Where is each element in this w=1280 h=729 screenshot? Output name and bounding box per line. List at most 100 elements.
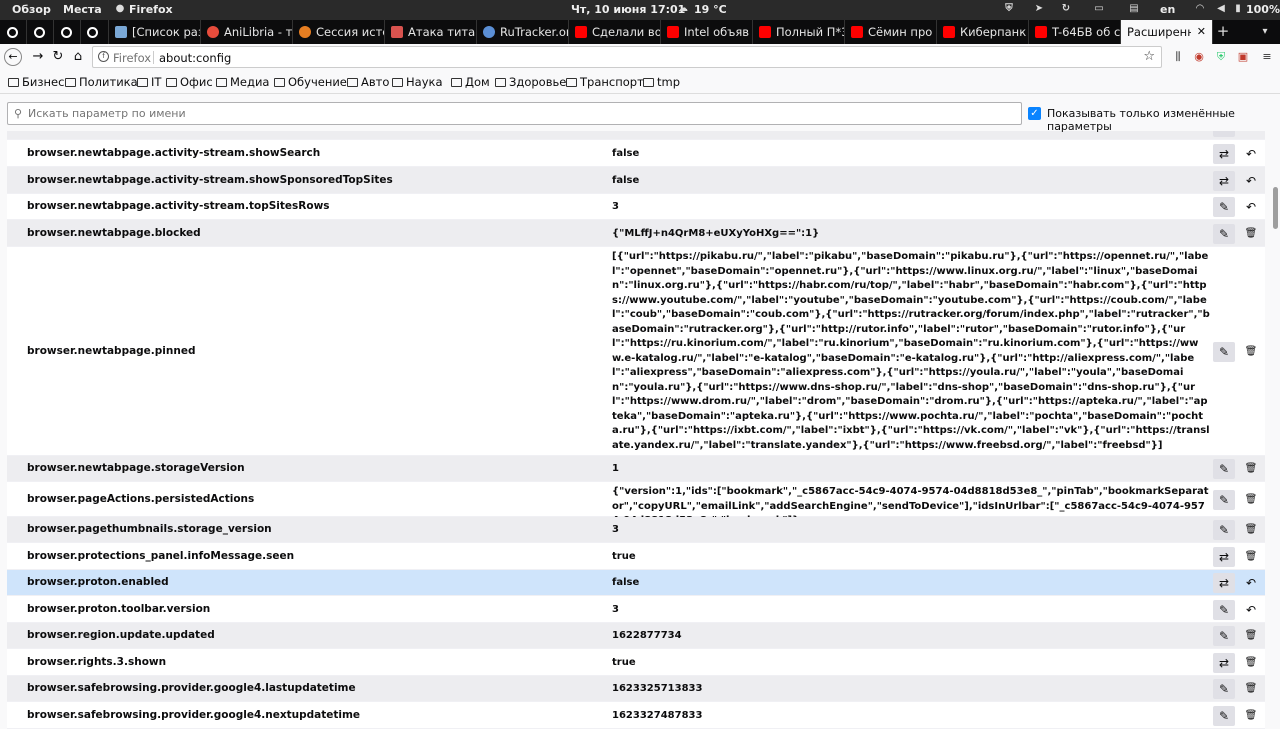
show-modified-checkbox[interactable]: ✓	[1028, 107, 1041, 120]
toggle-button[interactable]: ⇄	[1213, 573, 1235, 593]
edit-button[interactable]: ✎	[1213, 705, 1235, 726]
bookmark-star-icon[interactable]: ☆	[1143, 49, 1155, 64]
toggle-button[interactable]: ⇄	[1213, 546, 1235, 567]
sync-tray-icon[interactable]: ↻	[1060, 3, 1072, 15]
bookmark-folder[interactable]: Транспорт	[566, 75, 644, 89]
delete-button[interactable]: 🗑	[1240, 653, 1262, 673]
reset-button[interactable]: ↶	[1240, 144, 1262, 164]
reset-button[interactable]: ↶	[1240, 197, 1262, 217]
delete-button[interactable]: 🗑	[1240, 342, 1262, 362]
preference-row[interactable]: browser.newtabpage.pinned [{"url":"https:…	[7, 247, 1265, 456]
pinned-tab-4[interactable]	[81, 20, 109, 44]
search-box[interactable]: ⚲	[7, 102, 1022, 125]
app-menu[interactable]: Firefox	[129, 3, 173, 16]
search-input[interactable]	[28, 105, 1008, 122]
tab-3[interactable]: Сессия исте	[293, 20, 385, 44]
account-icon[interactable]: ◉	[1191, 49, 1207, 65]
preference-row[interactable]: browser.proton.toolbar.version 3 ✎ ↶	[7, 596, 1265, 623]
library-icon[interactable]: ⫼	[1170, 49, 1186, 65]
toggle-button[interactable]: ⇄	[1213, 170, 1235, 191]
preference-value[interactable]: false	[612, 174, 1210, 189]
preference-row[interactable]: browser.safebrowsing.provider.google4.la…	[7, 676, 1265, 702]
scrollbar[interactable]	[1270, 95, 1280, 720]
new-tab-button[interactable]: +	[1213, 20, 1233, 44]
edit-button[interactable]: ✎	[1213, 341, 1235, 362]
delete-button[interactable]: 🗑	[1240, 224, 1262, 244]
preference-value[interactable]: 3	[612, 200, 1210, 215]
reset-button[interactable]: ↶	[1240, 171, 1262, 191]
preference-row[interactable]: browser.pagethumbnails.storage_version 3 ✎…	[7, 517, 1265, 543]
activities-overview[interactable]: Обзор	[12, 3, 51, 16]
preference-value[interactable]: 1	[612, 462, 1210, 477]
preference-row[interactable]: browser.region.update.updated 1622877734 ✎…	[7, 623, 1265, 649]
preference-row[interactable]: browser.rights.3.shown true ⇄ 🗑	[7, 649, 1265, 676]
pinned-tab-1[interactable]	[0, 20, 27, 44]
reset-button[interactable]: ↶	[1240, 600, 1262, 620]
wifi-icon[interactable]: ◠	[1194, 3, 1206, 15]
preference-value[interactable]: [{"url":"https://pikabu.ru/","label":"pi…	[612, 250, 1210, 453]
tab-9[interactable]: Сёмин про	[845, 20, 937, 44]
telegram-tray-icon[interactable]: ➤	[1033, 3, 1045, 15]
pinned-tab-2[interactable]	[27, 20, 54, 44]
preference-row[interactable]: browser.pageActions.persistedActions {"ve…	[7, 482, 1265, 526]
clipboard-tray-icon[interactable]: ▤	[1128, 3, 1140, 15]
bookmark-folder[interactable]: Дом	[451, 75, 490, 89]
window-tray-icon[interactable]: ▭	[1093, 3, 1105, 15]
list-all-tabs-button[interactable]: ▾	[1255, 20, 1275, 44]
preference-row[interactable]: browser.newtabpage.blocked {"MLffJ+n4QrM8…	[7, 220, 1265, 247]
shield-extension-icon[interactable]: ⛨	[1213, 49, 1229, 65]
preference-row[interactable]: browser.protections_panel.infoMessage.se…	[7, 543, 1265, 570]
close-tab-icon[interactable]: ✕	[1197, 20, 1206, 44]
tab-4[interactable]: Атака титан	[385, 20, 477, 44]
identity-icon[interactable]: f	[98, 51, 109, 62]
tab-2[interactable]: AniLibria - та	[201, 20, 293, 44]
preference-value[interactable]: false	[612, 576, 1210, 591]
clock[interactable]: Чт, 10 июня 17:01	[571, 3, 685, 16]
edit-button[interactable]: ✎	[1213, 489, 1235, 510]
home-button[interactable]: ⌂	[68, 47, 88, 67]
places-menu[interactable]: Места	[63, 3, 102, 16]
volume-icon[interactable]: ◀	[1215, 3, 1227, 15]
tab-11[interactable]: T-64БВ об ст	[1029, 20, 1121, 44]
preference-value[interactable]: false	[612, 147, 1210, 162]
preference-row[interactable]: browser.proton.enabled false ⇄ ↶	[7, 570, 1265, 596]
delete-button[interactable]: 🗑	[1240, 547, 1262, 567]
tab-active[interactable]: Расширенн ✕	[1121, 20, 1213, 44]
reload-button[interactable]: ↻	[48, 47, 68, 67]
edit-button[interactable]: ✎	[1213, 679, 1235, 699]
bookmark-folder[interactable]: Обучение	[274, 75, 347, 89]
delete-button[interactable]: 🗑	[1240, 626, 1262, 646]
forward-button[interactable]: →	[28, 47, 48, 67]
toggle-button[interactable]: ⇄	[1213, 143, 1235, 164]
edit-button[interactable]: ✎	[1213, 459, 1235, 479]
shield-tray-icon[interactable]: ⛨	[1003, 3, 1015, 15]
preference-value[interactable]: true	[612, 550, 1210, 565]
bookmark-folder[interactable]: Бизнес	[8, 75, 64, 89]
preference-value[interactable]: 1622877734	[612, 629, 1210, 644]
preference-value[interactable]: true	[612, 656, 1210, 671]
delete-button[interactable]: 🗑	[1240, 706, 1262, 726]
tab-1[interactable]: [Список раз	[109, 20, 201, 44]
edit-button[interactable]: ✎	[1213, 197, 1235, 217]
tab-8[interactable]: Полный П*3	[753, 20, 845, 44]
preference-row[interactable]: browser.newtabpage.activity-stream.showS…	[7, 167, 1265, 194]
preference-row[interactable]: browser.newtabpage.activity-stream.showS…	[7, 140, 1265, 167]
preference-value[interactable]: 3	[612, 603, 1210, 618]
pinned-tab-3[interactable]	[54, 20, 81, 44]
tab-6[interactable]: Сделали во	[569, 20, 661, 44]
edit-button[interactable]: ✎	[1213, 599, 1235, 620]
bookmark-folder[interactable]: Медиа	[216, 75, 269, 89]
bookmark-folder[interactable]: IT	[137, 75, 161, 89]
preference-value[interactable]: {"MLffJ+n4QrM8+eUXyYoHXg==":1}	[612, 227, 1210, 242]
edit-button[interactable]: ✎	[1213, 223, 1235, 244]
preference-value[interactable]: 1623327487833	[612, 709, 1210, 724]
bookmark-folder[interactable]: Наука	[392, 75, 443, 89]
delete-button[interactable]: 🗑	[1240, 679, 1262, 699]
back-button[interactable]: ←	[4, 48, 22, 66]
extension-badge-icon[interactable]: ▣	[1235, 49, 1251, 65]
show-modified-label[interactable]: Показывать только изменённые параметры	[1047, 107, 1280, 133]
preference-row[interactable]: browser.safebrowsing.provider.google4.ne…	[7, 702, 1265, 729]
keyboard-layout[interactable]: en	[1160, 3, 1175, 16]
delete-button[interactable]: 🗑	[1240, 459, 1262, 479]
bookmark-folder[interactable]: Здоровье	[495, 75, 566, 89]
